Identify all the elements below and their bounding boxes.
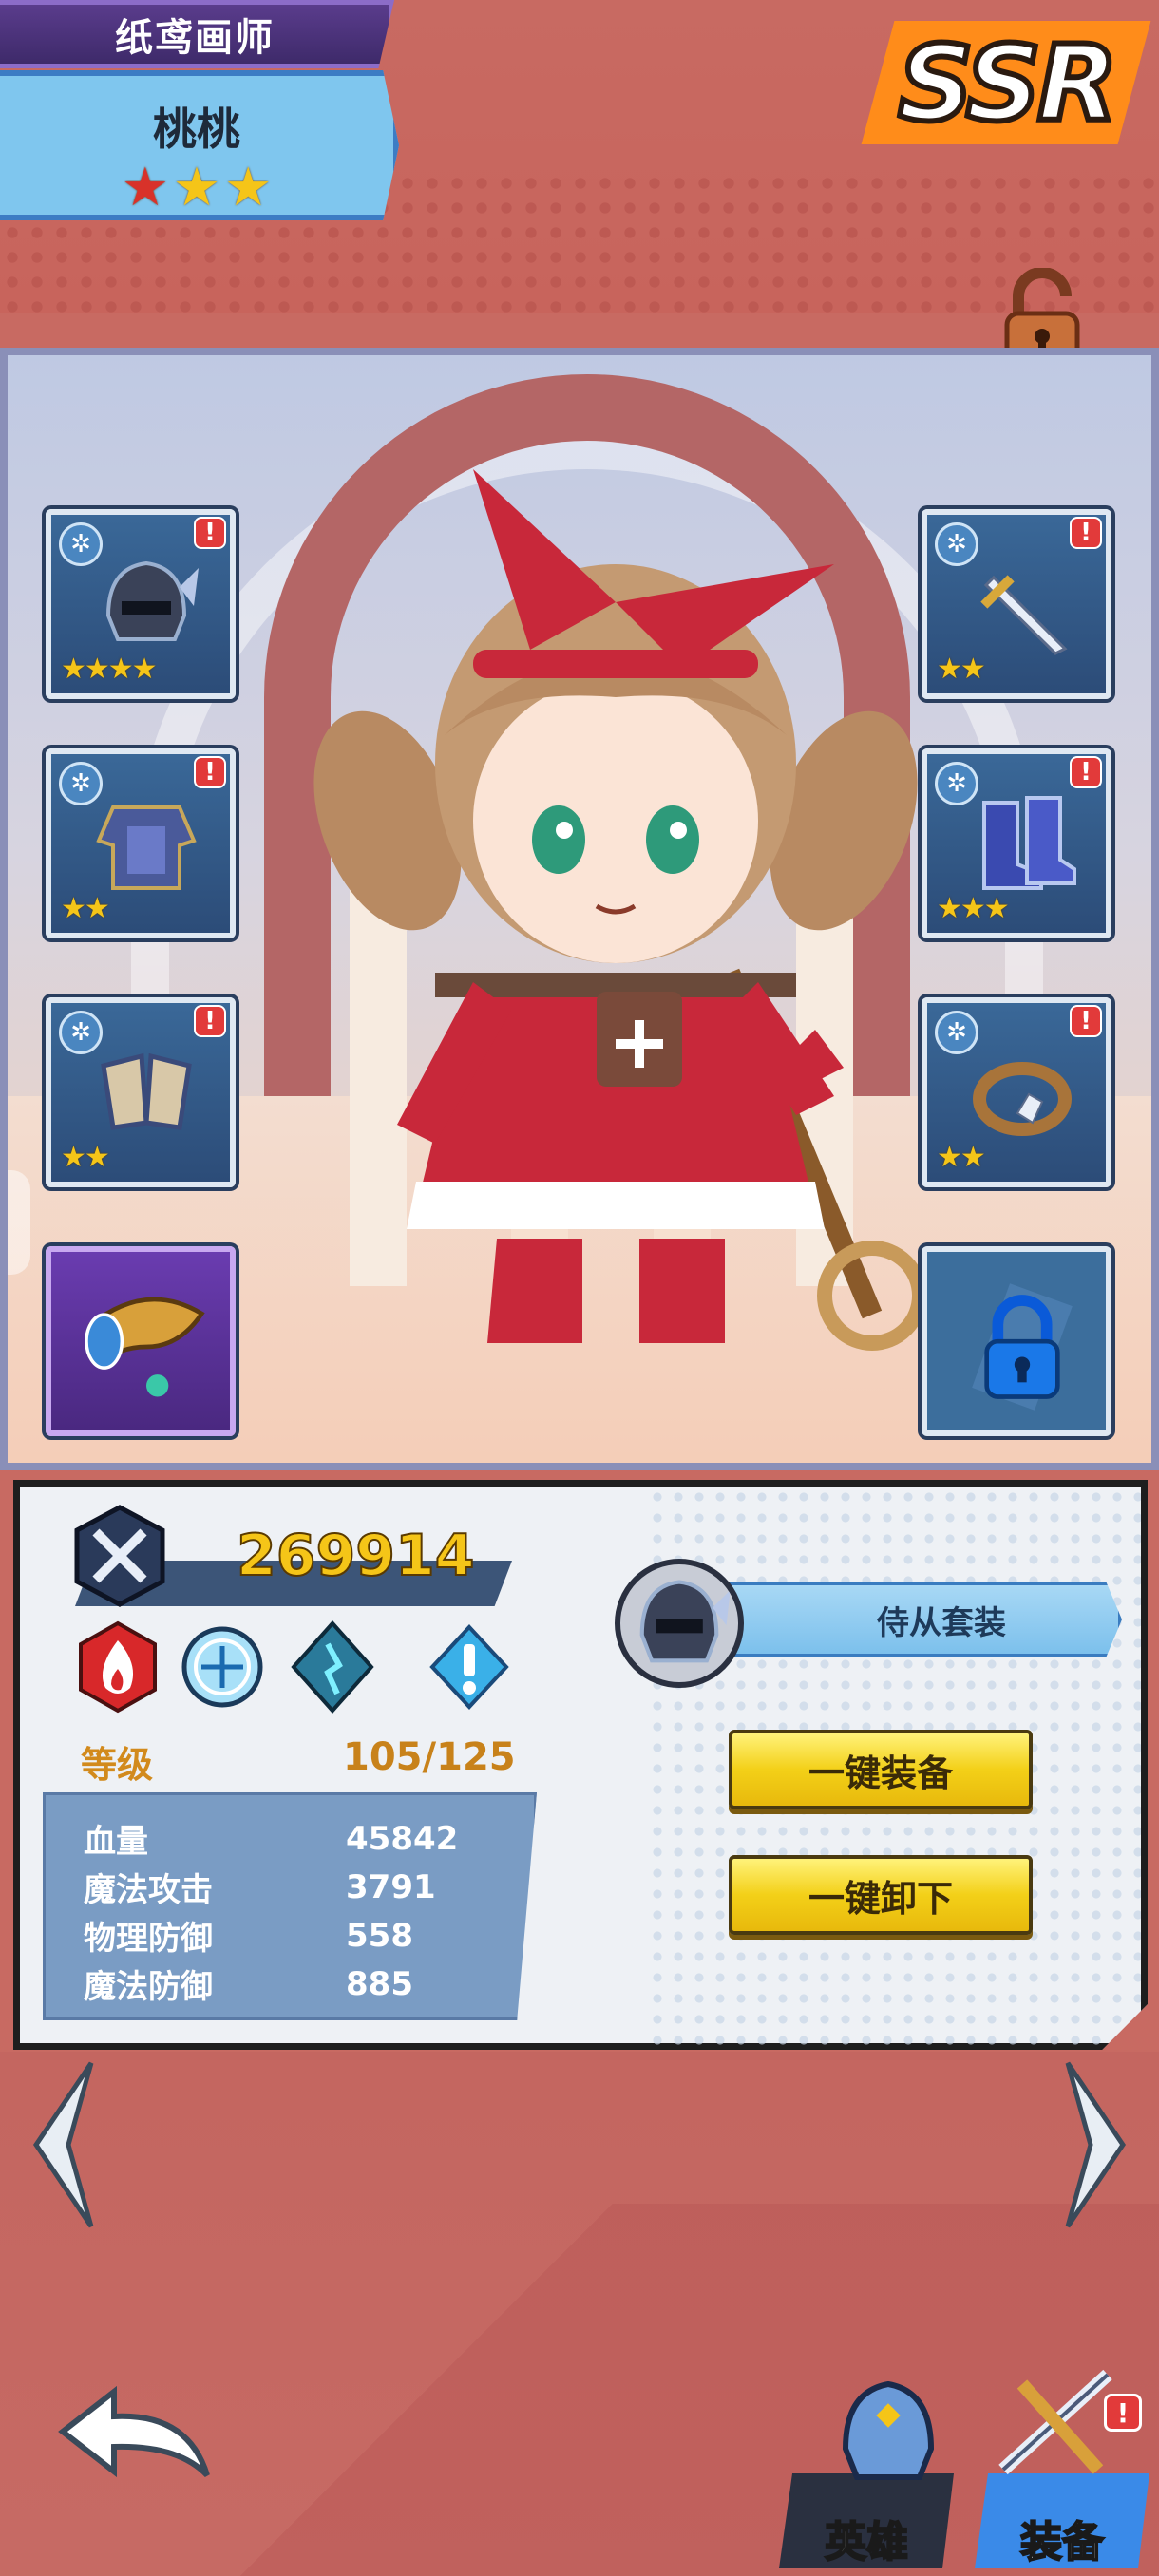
- star-icon: ★: [224, 157, 273, 218]
- equipment-set-button[interactable]: 侍从套装: [723, 1582, 1122, 1657]
- hero-stage: ✲ ! ★★★★ ✲ ! ★★ ✲ ! ★★ ✲ ! ★★ ✲ ! ★★★ ✲ …: [0, 348, 1159, 1470]
- next-hero-arrow-icon[interactable]: [1062, 2059, 1129, 2230]
- unequip-all-label: 一键卸下: [808, 1877, 953, 1920]
- alert-icon: !: [1070, 1005, 1102, 1037]
- tab-equipment-label: 装备: [1019, 2517, 1105, 2567]
- hero-class-label: 纸鸢画师: [115, 16, 275, 60]
- crystal-icon[interactable]: [290, 1619, 375, 1714]
- stat-value: 558: [346, 1916, 413, 1955]
- unequip-all-button[interactable]: 一键卸下: [729, 1855, 1033, 1935]
- stat-value: 45842: [346, 1819, 459, 1858]
- alert-icon: !: [1070, 756, 1102, 788]
- combat-power-value: 269914: [236, 1522, 475, 1590]
- rarity-badge: SSR: [861, 0, 1151, 166]
- lock-icon: [972, 1283, 1073, 1411]
- sword-icon: [980, 575, 1068, 655]
- tab-hero-label: 英雄: [824, 2517, 909, 2567]
- boots-icon: [982, 796, 1076, 890]
- equip-slot-accessory[interactable]: [46, 1246, 236, 1436]
- alert-icon: !: [194, 1005, 226, 1037]
- hero-class-tag: 纸鸢画师: [0, 0, 394, 68]
- rarity-label: SSR: [895, 20, 1120, 147]
- alert-icon: !: [194, 756, 226, 788]
- gloves-icon: [101, 1052, 192, 1130]
- ring-icon: [973, 1062, 1072, 1136]
- star-icon: ★: [172, 157, 221, 218]
- hero-helmet-icon: [842, 2380, 935, 2480]
- stats-box: 血量 45842 魔法攻击 3791 物理防御 558 魔法防御 885: [43, 1792, 537, 2020]
- hero-info-panel: 269914 等级 105/125 血量 45842 魔法攻击 3791 物理防…: [13, 1480, 1148, 2050]
- item-stars: ★★★: [937, 892, 1010, 925]
- star-icon: ★: [121, 157, 169, 218]
- stat-row: 物理防御 558: [84, 1911, 534, 1960]
- crossed-swords-icon: [74, 1505, 165, 1607]
- equip-slot-locked[interactable]: [922, 1246, 1112, 1436]
- equip-all-button[interactable]: 一键装备: [729, 1730, 1033, 1809]
- equip-slot-weapon[interactable]: ✲ ! ★★: [922, 509, 1112, 699]
- equipment-set-label: 侍从套装: [877, 1603, 1006, 1642]
- stat-row: 魔法攻击 3791: [84, 1863, 534, 1911]
- tab-equipment-alert-icon: !: [1104, 2394, 1142, 2432]
- equip-slot-helmet[interactable]: ✲ ! ★★★★: [46, 509, 236, 699]
- stat-row: 血量 45842: [84, 1814, 534, 1863]
- alert-icon[interactable]: [427, 1619, 512, 1714]
- equip-all-label: 一键装备: [808, 1752, 953, 1794]
- item-stars: ★★: [61, 1141, 110, 1174]
- side-drawer-handle[interactable]: [8, 1170, 30, 1275]
- armor-icon: [96, 805, 197, 890]
- frost-icon[interactable]: [180, 1619, 265, 1714]
- stat-value: 885: [346, 1964, 413, 2003]
- stat-label: 物理防御: [84, 1920, 213, 1958]
- hero-star-rating: ★ ★ ★: [122, 161, 273, 215]
- tab-hero[interactable]: 英雄: [779, 2380, 954, 2568]
- fire-icon[interactable]: [75, 1619, 161, 1714]
- equip-slot-armor[interactable]: ✲ ! ★★: [46, 748, 236, 938]
- previous-hero-arrow-icon[interactable]: [30, 2059, 97, 2230]
- item-stars: ★★: [937, 1141, 986, 1174]
- equip-slot-ring[interactable]: ✲ ! ★★: [922, 997, 1112, 1187]
- equip-slot-boots[interactable]: ✲ ! ★★★: [922, 748, 1112, 938]
- level-value: 105/125: [343, 1735, 516, 1779]
- set-helmet-icon[interactable]: [615, 1559, 744, 1688]
- hero-portrait[interactable]: [283, 348, 948, 1400]
- hero-name-banner: 桃桃 ★ ★ ★: [0, 70, 399, 220]
- item-stars: ★★★★: [61, 653, 158, 686]
- stat-value: 3791: [346, 1867, 436, 1906]
- helmet-icon: [105, 560, 199, 641]
- level-label: 等级: [81, 1744, 154, 1786]
- back-arrow-icon[interactable]: [55, 2384, 217, 2489]
- stat-row: 魔法防御 885: [84, 1960, 534, 2008]
- hero-name: 桃桃: [153, 104, 240, 155]
- alert-icon: !: [194, 517, 226, 549]
- item-stars: ★★: [937, 653, 986, 686]
- stat-label: 魔法攻击: [84, 1871, 213, 1909]
- horn-icon: [85, 1297, 205, 1397]
- stat-label: 血量: [84, 1823, 148, 1861]
- tab-equipment[interactable]: ! 装备: [975, 2369, 1150, 2568]
- item-stars: ★★: [61, 892, 110, 925]
- stat-label: 魔法防御: [84, 1968, 213, 2006]
- alert-icon: !: [1070, 517, 1102, 549]
- equip-slot-gloves[interactable]: ✲ ! ★★: [46, 997, 236, 1187]
